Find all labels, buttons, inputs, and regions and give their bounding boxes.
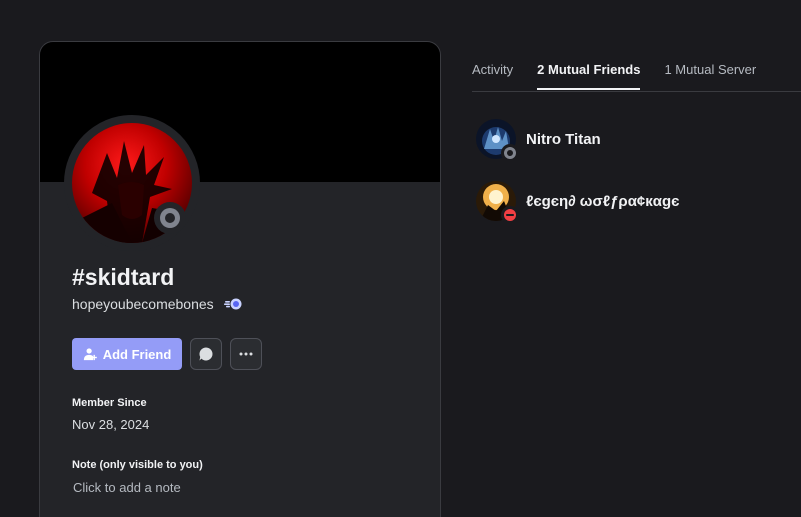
profile-card: #skidtard hopeyoubecomebones Add Friend: [39, 41, 441, 517]
profile-tabs: Activity 2 Mutual Friends 1 Mutual Serve…: [472, 62, 756, 90]
list-item[interactable]: Nitro Titan: [476, 119, 601, 162]
friend-avatar: [476, 181, 519, 224]
member-since-label: Member Since: [72, 397, 147, 409]
member-since-value: Nov 28, 2024: [72, 417, 150, 432]
tabs-divider: [472, 91, 801, 92]
friend-avatar: [476, 119, 519, 162]
friend-name: Nitro Titan: [526, 130, 601, 148]
friend-name: ℓєgєη∂ ωσℓƒρα¢кαgє: [526, 192, 680, 210]
add-friend-label: Add Friend: [102, 346, 172, 362]
tab-mutual-friends[interactable]: 2 Mutual Friends: [537, 62, 641, 90]
nitro-badge-icon[interactable]: [223, 297, 242, 311]
tab-mutual-servers[interactable]: 1 Mutual Server: [664, 62, 756, 89]
offline-status-icon: [501, 144, 519, 162]
tab-activity[interactable]: Activity: [472, 62, 513, 89]
list-item[interactable]: ℓєgєη∂ ωσℓƒρα¢кαgє: [476, 181, 680, 224]
dnd-status-icon: [501, 206, 519, 224]
ellipsis-icon: [239, 352, 253, 356]
more-options-button[interactable]: [230, 338, 262, 370]
offline-status-icon: [160, 208, 180, 228]
message-button[interactable]: [190, 338, 222, 370]
username: hopeyoubecomebones: [72, 296, 214, 312]
add-friend-button[interactable]: Add Friend: [72, 338, 182, 370]
status-indicator: [154, 202, 186, 234]
add-user-icon: [83, 348, 97, 361]
chat-bubble-icon: [199, 347, 213, 361]
username-row: hopeyoubecomebones: [72, 296, 242, 312]
note-label: Note (only visible to you): [72, 459, 203, 471]
user-profile-modal: #skidtard hopeyoubecomebones Add Friend: [0, 0, 801, 517]
display-name: #skidtard: [72, 264, 175, 290]
note-input[interactable]: Click to add a note: [73, 480, 181, 495]
profile-actions: Add Friend: [72, 338, 262, 370]
